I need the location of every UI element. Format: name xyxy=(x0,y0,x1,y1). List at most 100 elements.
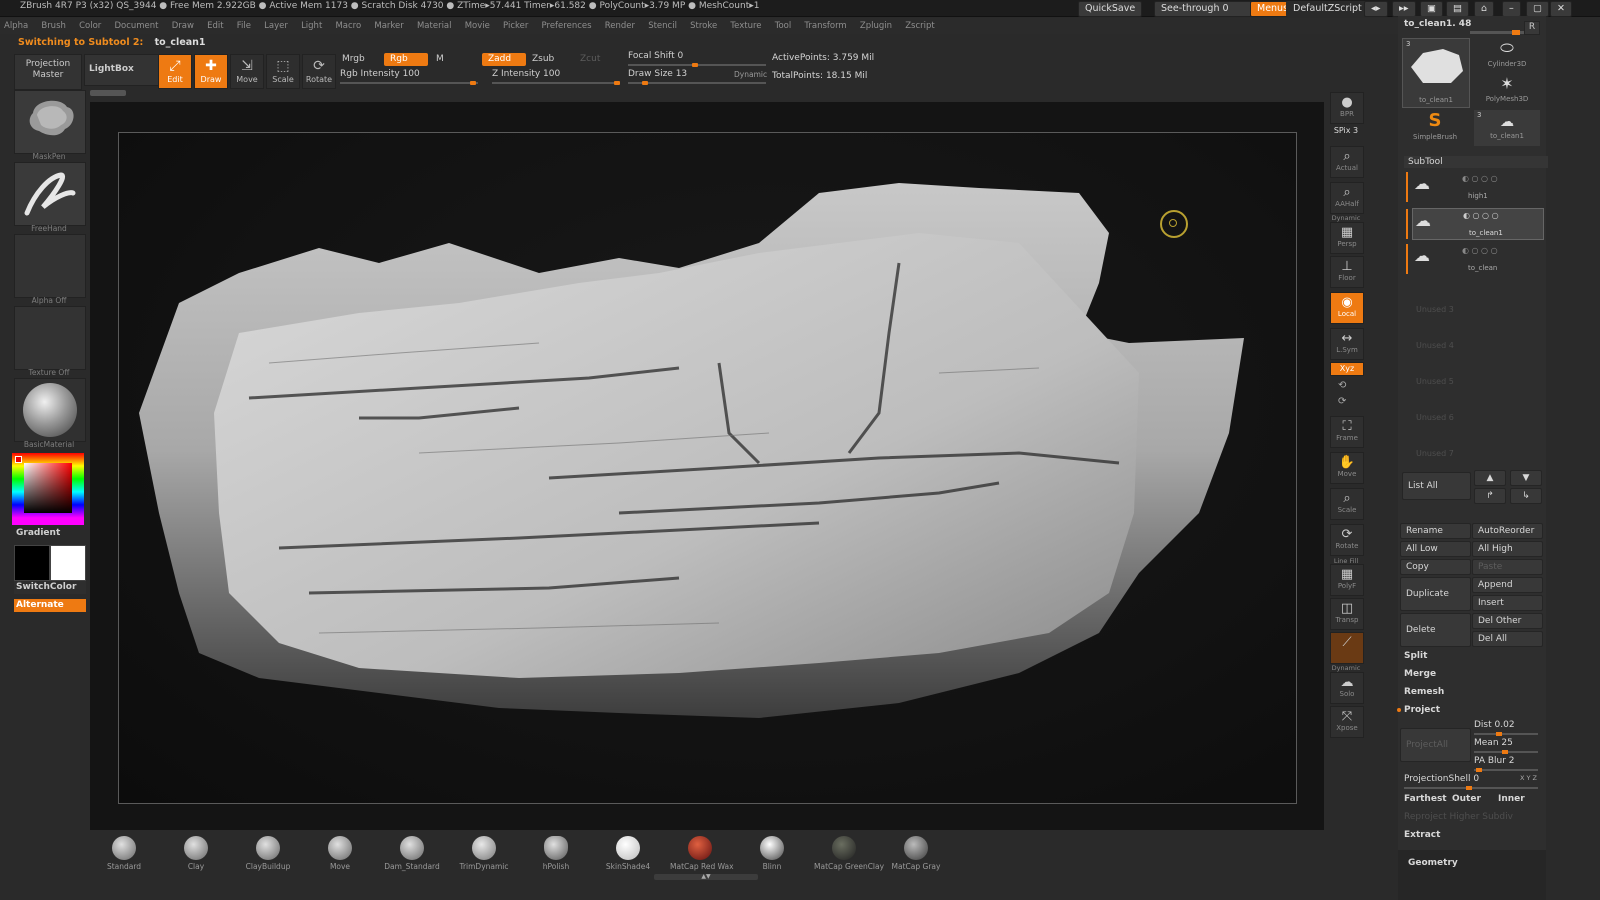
xpose-button[interactable]: ⤧ Xpose xyxy=(1330,706,1364,738)
autoreorder-button[interactable]: AutoReorder xyxy=(1472,523,1543,539)
brush-selector[interactable] xyxy=(14,90,86,154)
projection-master-button[interactable]: Projection Master xyxy=(14,54,82,90)
scale-button[interactable]: ⬚ Scale xyxy=(266,54,300,89)
list-all-button[interactable]: List All xyxy=(1402,472,1471,500)
menu-macro[interactable]: Macro xyxy=(335,18,361,34)
material-matcap-greenclay[interactable]: MatCap GreenClay xyxy=(814,832,884,871)
material-blinn[interactable]: Blinn xyxy=(742,832,802,871)
projectall-button[interactable]: ProjectAll xyxy=(1400,728,1471,762)
rgb-intensity-slider[interactable] xyxy=(340,82,478,84)
layout-prev-icon[interactable]: ◂▸ xyxy=(1364,1,1388,17)
brush-hpolish[interactable]: hPolish xyxy=(526,832,586,871)
tool-thumb-polymesh[interactable]: ✶ PolyMesh3D xyxy=(1474,74,1540,108)
copy-button[interactable]: Copy xyxy=(1400,559,1471,575)
projectionshell-knob[interactable] xyxy=(1466,786,1472,790)
move-view-button[interactable]: ✋ Move xyxy=(1330,452,1364,484)
bpr-button[interactable]: ● BPR xyxy=(1330,92,1364,124)
material-matcap-red-wax[interactable]: MatCap Red Wax xyxy=(670,832,734,871)
mrgb-button[interactable]: Mrgb xyxy=(336,53,371,66)
brush-move[interactable]: Move xyxy=(310,832,370,871)
persp-button[interactable]: ▦ Persp xyxy=(1330,222,1364,254)
rock-wall-mesh[interactable] xyxy=(119,133,1296,803)
bottom-tray-handle[interactable]: ▲▼ xyxy=(654,874,758,880)
all-low-button[interactable]: All Low xyxy=(1400,541,1471,557)
split-menu[interactable]: Split xyxy=(1404,651,1427,661)
visibility-icon[interactable]: ◐ ○ ○ ○ xyxy=(1462,246,1498,255)
tool-slider[interactable] xyxy=(1470,31,1530,34)
focal-shift-knob[interactable] xyxy=(692,63,698,67)
paste-button[interactable]: Paste xyxy=(1472,559,1543,575)
alpha-selector[interactable] xyxy=(14,234,86,298)
lsym-button[interactable]: ↔ L.Sym xyxy=(1330,328,1364,360)
menu-draw[interactable]: Draw xyxy=(172,18,194,34)
merge-menu[interactable]: Merge xyxy=(1404,669,1436,679)
scale-view-button[interactable]: ⌕ Scale xyxy=(1330,488,1364,520)
polyf-button[interactable]: ▦ PolyF xyxy=(1330,564,1364,596)
farthest-button[interactable]: Farthest xyxy=(1404,794,1447,804)
m-button[interactable]: M xyxy=(430,53,450,66)
tool-thumb-to-clean1-b[interactable]: 3 ☁ to_clean1 xyxy=(1474,110,1540,146)
rename-button[interactable]: Rename xyxy=(1400,523,1471,539)
frame-button[interactable]: ⛶ Frame xyxy=(1330,416,1364,448)
r-button[interactable]: R xyxy=(1524,21,1540,35)
texture-selector[interactable] xyxy=(14,306,86,370)
menu-layer[interactable]: Layer xyxy=(264,18,288,34)
pa-blur-slider[interactable]: PA Blur 2 xyxy=(1474,756,1515,766)
gradient-label[interactable]: Gradient xyxy=(16,528,60,538)
subtool-item-to-clean[interactable]: ☁ ◐ ○ ○ ○ to_clean xyxy=(1406,244,1542,274)
projection-xyz-toggle[interactable]: X Y Z xyxy=(1520,774,1537,782)
menu-tool[interactable]: Tool xyxy=(775,18,792,34)
layout-b-icon[interactable]: ▤ xyxy=(1446,1,1469,17)
tray-handle[interactable] xyxy=(90,90,126,96)
floor-button[interactable]: ⊥ Floor xyxy=(1330,256,1364,288)
minimize-icon[interactable]: – xyxy=(1502,1,1521,17)
tool-slider-knob[interactable] xyxy=(1512,30,1520,35)
z-intensity-knob[interactable] xyxy=(614,81,620,85)
menu-document[interactable]: Document xyxy=(114,18,158,34)
menu-brush[interactable]: Brush xyxy=(41,18,66,34)
close-icon[interactable]: ✕ xyxy=(1550,1,1572,17)
menu-render[interactable]: Render xyxy=(605,18,635,34)
layout-next-icon[interactable]: ▸▸ xyxy=(1392,1,1416,17)
menu-transform[interactable]: Transform xyxy=(804,18,846,34)
quicksave-button[interactable]: QuickSave xyxy=(1078,1,1143,17)
visibility-icon[interactable]: ◐ ○ ○ ○ xyxy=(1462,174,1498,183)
reproject-button[interactable]: Reproject Higher Subdiv xyxy=(1404,812,1513,822)
all-high-button[interactable]: All High xyxy=(1472,541,1543,557)
tool-thumb-cylinder[interactable]: ⬭ Cylinder3D xyxy=(1474,38,1540,72)
menu-movie[interactable]: Movie xyxy=(465,18,490,34)
del-other-button[interactable]: Del Other xyxy=(1472,613,1543,629)
draw-button[interactable]: ✚ Draw xyxy=(194,54,228,89)
menu-texture[interactable]: Texture xyxy=(730,18,761,34)
move-button[interactable]: ⇲ Move xyxy=(230,54,264,89)
lightbox-button[interactable]: LightBox xyxy=(84,54,160,86)
actual-button[interactable]: ⌕ Actual xyxy=(1330,146,1364,178)
duplicate-button[interactable]: Duplicate xyxy=(1400,577,1471,611)
menu-alpha[interactable]: Alpha xyxy=(4,18,28,34)
z-intensity-slider[interactable] xyxy=(492,82,620,84)
stroke-selector[interactable] xyxy=(14,162,86,226)
main-color-swatch[interactable] xyxy=(50,545,86,581)
move-up-icon[interactable]: ▲ xyxy=(1474,470,1506,486)
transp-button[interactable]: ◫ Transp xyxy=(1330,598,1364,630)
outer-button[interactable]: Outer xyxy=(1452,794,1481,804)
menu-preferences[interactable]: Preferences xyxy=(542,18,592,34)
subtool-item-to-clean1[interactable]: ☁ ◐ ○ ○ ○ to_clean1 xyxy=(1406,208,1544,240)
rgb-intensity-knob[interactable] xyxy=(470,81,476,85)
material-selector[interactable] xyxy=(14,378,86,442)
maximize-icon[interactable]: ▢ xyxy=(1526,1,1549,17)
menu-material[interactable]: Material xyxy=(417,18,452,34)
aahalf-button[interactable]: ⌕ AAHalf xyxy=(1330,182,1364,214)
mean-slider[interactable]: Mean 25 xyxy=(1474,738,1513,748)
zsub-button[interactable]: Zsub xyxy=(526,53,560,66)
local-button[interactable]: ◉ Local xyxy=(1330,292,1364,324)
rgb-button[interactable]: Rgb xyxy=(384,53,428,66)
menu-stroke[interactable]: Stroke xyxy=(690,18,717,34)
menu-stencil[interactable]: Stencil xyxy=(648,18,677,34)
visibility-icon[interactable]: ◐ ○ ○ ○ xyxy=(1463,211,1499,220)
ghost-button[interactable]: ⟋ xyxy=(1330,632,1364,664)
menu-picker[interactable]: Picker xyxy=(503,18,528,34)
tool-thumb-simplebrush[interactable]: S SimpleBrush xyxy=(1402,110,1468,146)
solo-button[interactable]: ☁ Solo xyxy=(1330,672,1364,704)
project-menu[interactable]: Project xyxy=(1404,705,1440,715)
